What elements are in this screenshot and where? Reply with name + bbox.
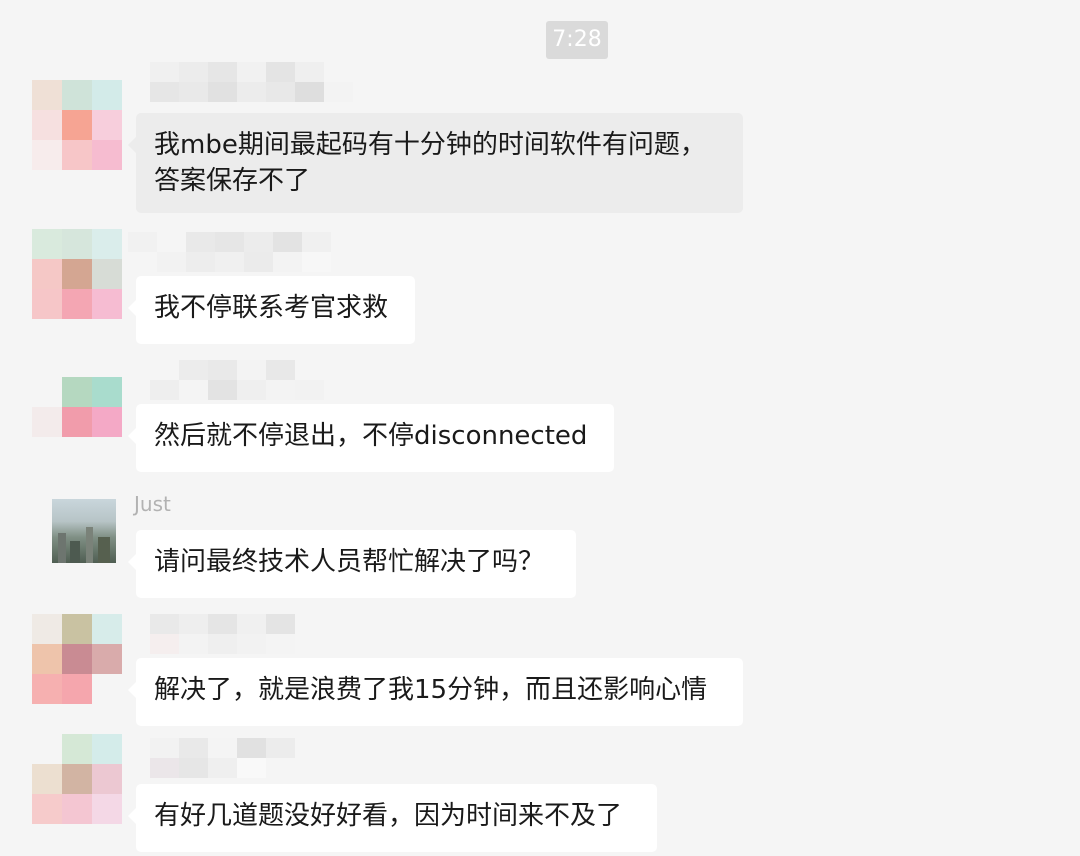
message-timestamp: 7:28: [546, 21, 608, 59]
avatar[interactable]: [32, 229, 122, 319]
message-bubble[interactable]: 请问最终技术人员帮忙解决了吗？: [128, 530, 576, 598]
avatar[interactable]: [32, 80, 122, 170]
message-bubble[interactable]: 我不停联系考官求救: [128, 276, 415, 344]
chat-view: 7:28 我mbe期间最起码有十分钟的时间软件有问题， 答案保存不了 我不停联系…: [0, 0, 1080, 856]
message-bubble[interactable]: 然后就不停退出，不停disconnected: [128, 404, 614, 472]
avatar-photo-detail: [58, 533, 66, 563]
avatar[interactable]: [32, 734, 122, 824]
message-bubble[interactable]: 我mbe期间最起码有十分钟的时间软件有问题， 答案保存不了: [128, 113, 743, 213]
avatar[interactable]: [32, 377, 122, 467]
message-bubble[interactable]: 解决了，就是浪费了我15分钟，而且还影响心情: [128, 658, 743, 726]
avatar-photo-detail: [98, 537, 110, 563]
avatar[interactable]: [52, 499, 116, 563]
avatar[interactable]: [32, 614, 122, 704]
sender-name: Just: [134, 492, 171, 516]
avatar-photo-detail: [86, 527, 93, 563]
message-bubble[interactable]: 有好几道题没好好看，因为时间来不及了: [128, 784, 657, 852]
avatar-photo-detail: [70, 541, 80, 563]
